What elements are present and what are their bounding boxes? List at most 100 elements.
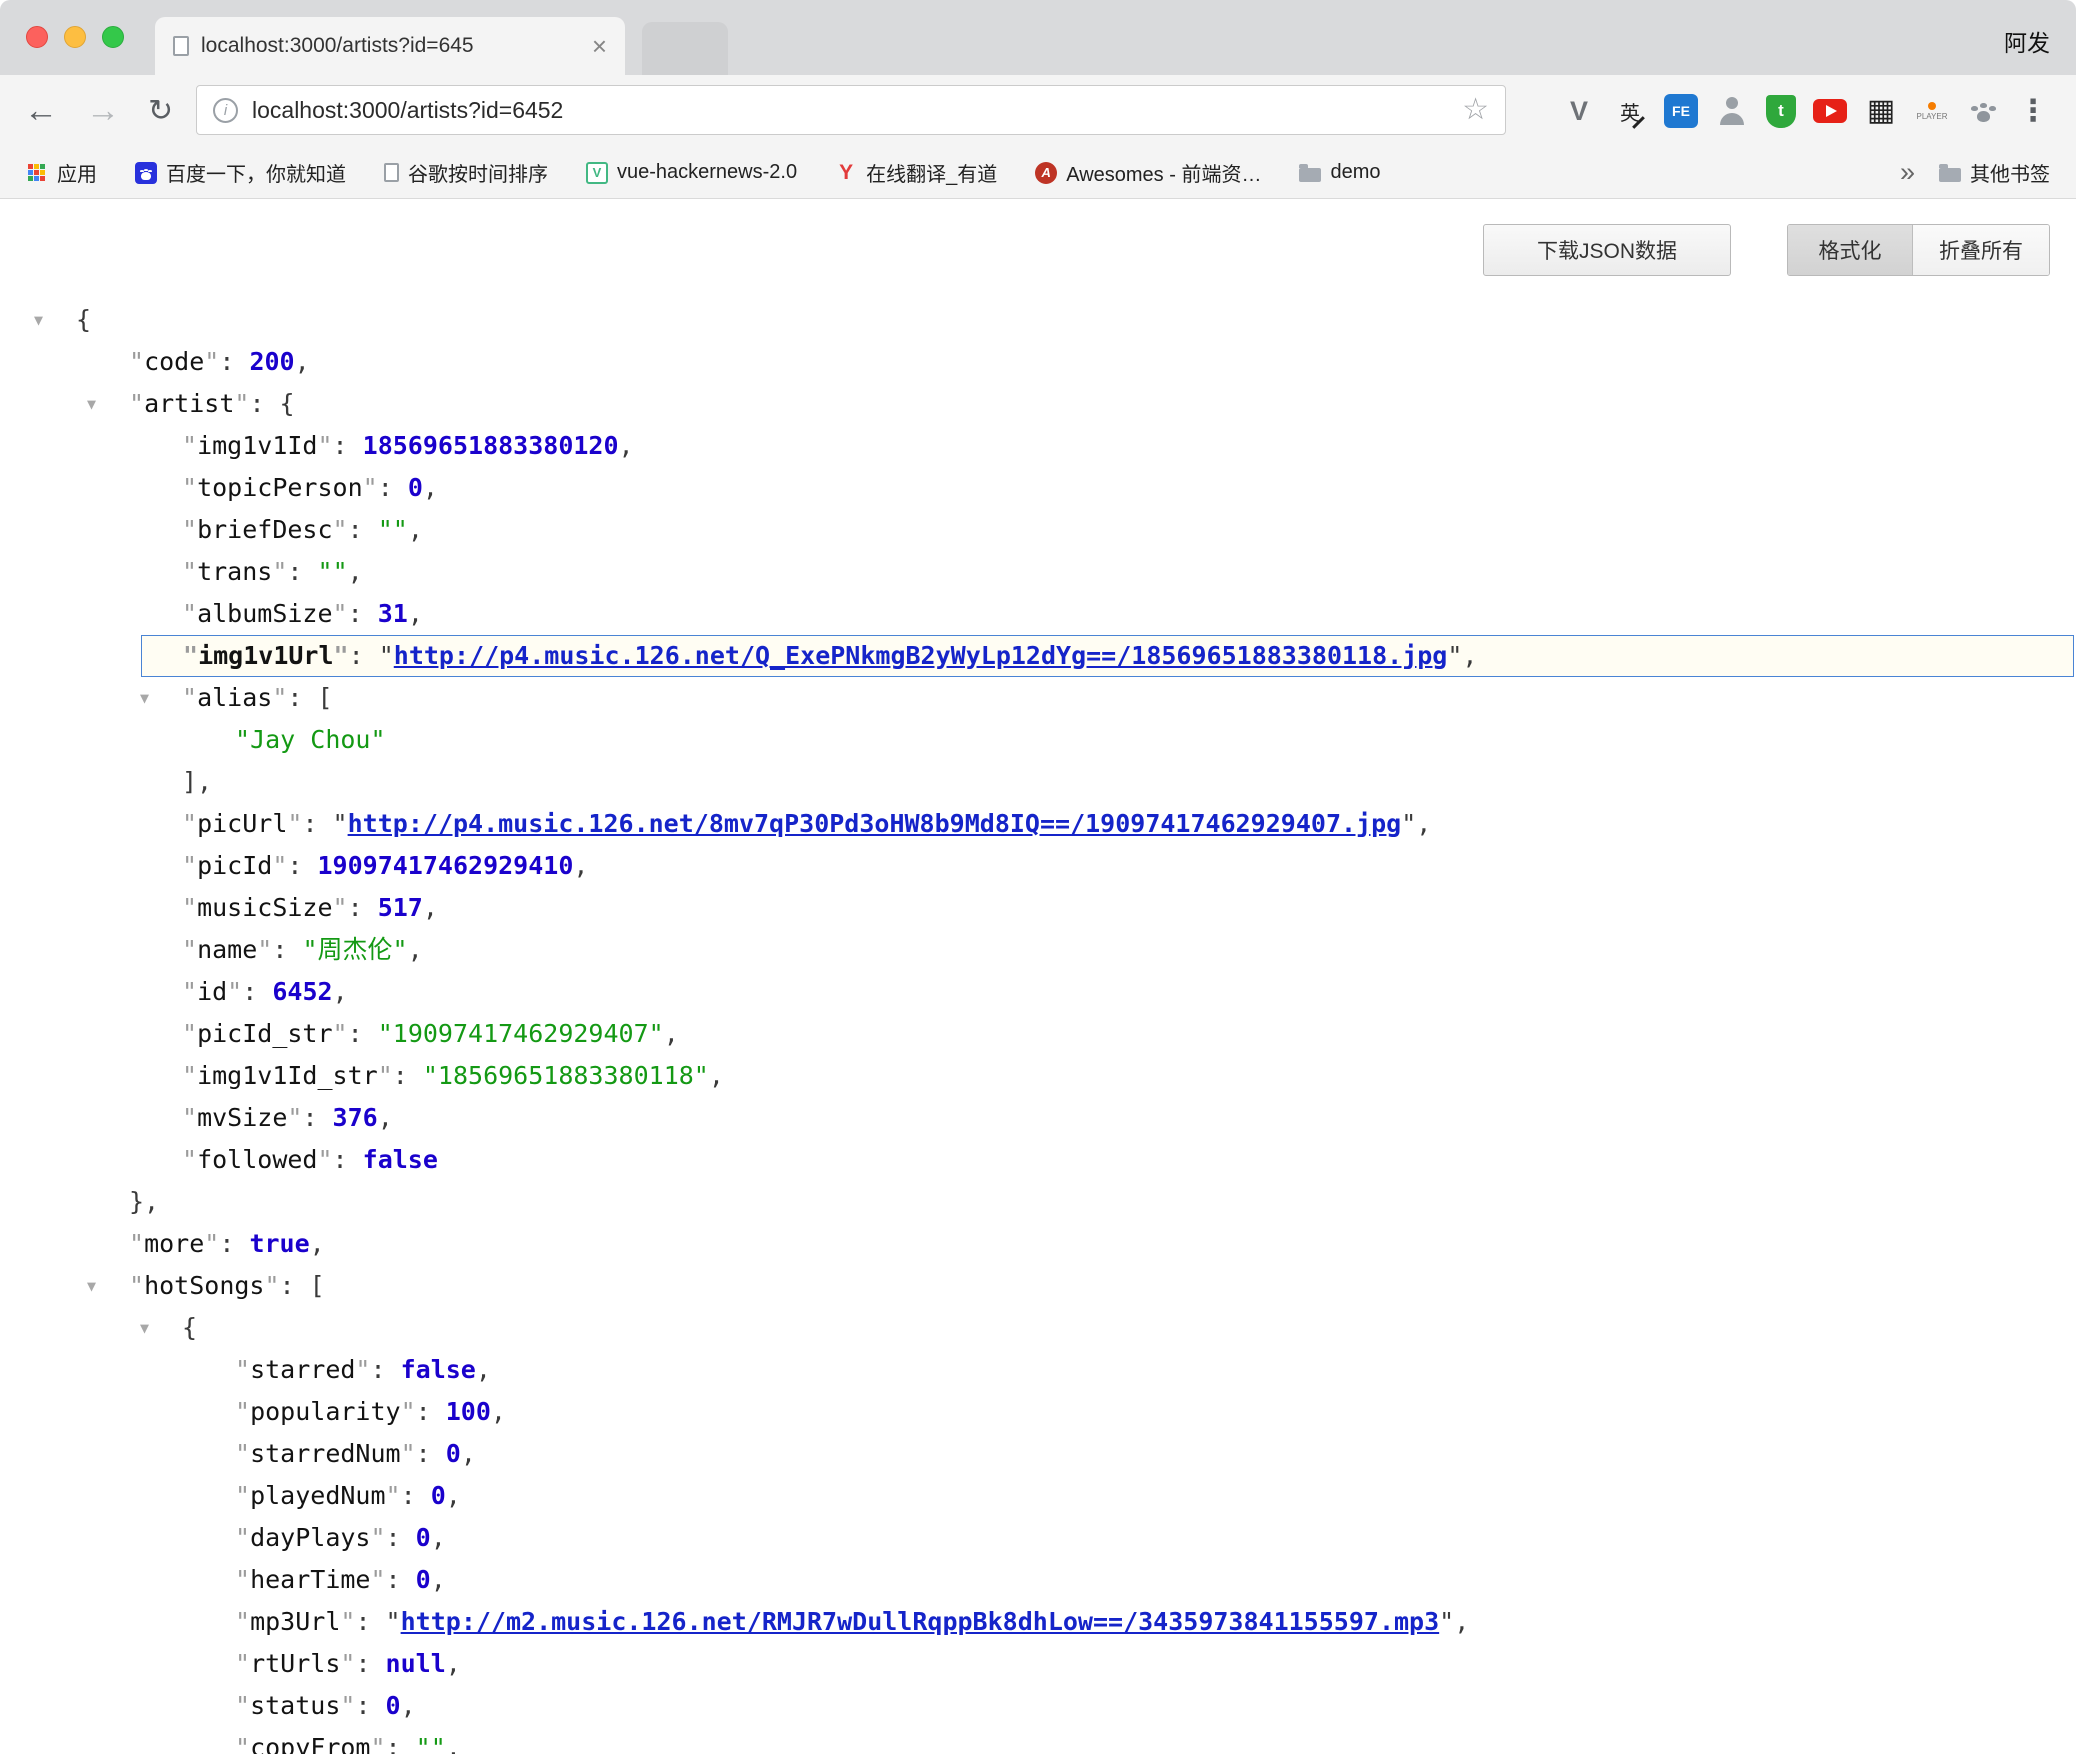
json-url-link[interactable]: http://p4.music.126.net/8mv7qP30Pd3oHW8b…	[348, 809, 1402, 838]
bookmark-item[interactable]: demo	[1299, 161, 1380, 184]
json-token: ,	[408, 599, 423, 628]
download-json-button[interactable]: 下载JSON数据	[1483, 224, 1731, 276]
json-line: name: 周杰伦,	[0, 929, 2076, 971]
json-token: :	[348, 893, 378, 922]
json-token: ,	[295, 347, 310, 376]
youtube-icon[interactable]	[1813, 99, 1847, 123]
json-line: ▼{	[0, 299, 2076, 341]
json-token: musicSize	[182, 893, 348, 922]
json-token: :	[378, 473, 408, 502]
bookmarks-overflow-icon[interactable]: »	[1900, 157, 1915, 188]
collapse-all-button[interactable]: 折叠所有	[1912, 225, 2049, 275]
json-token: 100	[446, 1397, 491, 1426]
json-token: 0	[386, 1691, 401, 1720]
bookmark-item[interactable]: Y在线翻译_有道	[835, 158, 997, 187]
format-button[interactable]: 格式化	[1788, 225, 1912, 275]
collapse-caret-icon[interactable]: ▼	[87, 1265, 96, 1307]
bookmark-label: 在线翻译_有道	[866, 158, 997, 187]
json-token: null	[386, 1649, 446, 1678]
json-line: picId_str: 19097417462929407,	[0, 1013, 2076, 1055]
window-minimize-button[interactable]	[64, 26, 86, 48]
bookmark-label: 其他书签	[1970, 158, 2050, 187]
reload-button[interactable]: ↻	[148, 94, 173, 129]
collapse-caret-icon[interactable]: ▼	[140, 677, 149, 719]
json-token: ,	[401, 1691, 416, 1720]
json-token: ,	[431, 1565, 446, 1594]
json-line: followed: false	[0, 1139, 2076, 1181]
json-url-link[interactable]: http://p4.music.126.net/Q_ExePNkmgB2yWyL…	[394, 641, 1448, 670]
bookmark-label: Awesomes - 前端资…	[1066, 158, 1261, 187]
back-button[interactable]: ←	[24, 92, 58, 131]
bookmark-item[interactable]: 应用	[26, 158, 97, 187]
bookmark-label: vue-hackernews-2.0	[617, 161, 797, 184]
qrcode-icon[interactable]: ▦	[1864, 94, 1898, 128]
other-bookmarks-folder[interactable]: 其他书签	[1939, 158, 2050, 187]
collapse-caret-icon[interactable]: ▼	[140, 1307, 149, 1349]
json-token: [	[318, 683, 333, 712]
paw-icon[interactable]	[1966, 94, 2000, 128]
window-close-button[interactable]	[26, 26, 48, 48]
browser-tab[interactable]: localhost:3000/artists?id=645 ×	[155, 17, 625, 75]
url-text[interactable]: localhost:3000/artists?id=6452	[252, 97, 1448, 124]
json-token: {	[182, 1313, 197, 1342]
json-token: ,	[619, 431, 634, 460]
json-token: :	[272, 935, 302, 964]
forward-button[interactable]: →	[86, 92, 120, 131]
fehelper-icon[interactable]: FE	[1664, 94, 1698, 128]
json-token: :	[287, 851, 317, 880]
json-token: hearTime	[235, 1565, 386, 1594]
json-line: mp3Url: http://m2.music.126.net/RMJR7wDu…	[0, 1601, 2076, 1643]
json-token: code	[129, 347, 219, 376]
collapse-caret-icon[interactable]: ▼	[87, 383, 96, 425]
json-string-value: http://p4.music.126.net/Q_ExePNkmgB2yWyL…	[379, 641, 1463, 670]
bookmark-item[interactable]: 谷歌按时间排序	[384, 158, 548, 187]
json-line: id: 6452,	[0, 971, 2076, 1013]
json-viewer: ▼{code: 200,▼artist: {img1v1Id: 18569651…	[0, 299, 2076, 1754]
json-token: 0	[446, 1439, 461, 1468]
json-token: 0	[416, 1523, 431, 1552]
json-token: :	[333, 431, 363, 460]
json-line: hearTime: 0,	[0, 1559, 2076, 1601]
extensions-area: V英 FE t ▦ PLAYER	[1562, 75, 2000, 147]
json-token: ,	[1462, 641, 1477, 670]
json-token: 200	[249, 347, 294, 376]
json-token: artist	[129, 389, 249, 418]
browser-menu-icon[interactable]: ⋮	[2018, 94, 2048, 129]
json-token: :	[416, 1397, 446, 1426]
bookmark-item[interactable]: AAwesomes - 前端资…	[1035, 158, 1261, 187]
browser-window: localhost:3000/artists?id=645 × 阿发 ← → ↻…	[0, 0, 2076, 1754]
json-token: ,	[461, 1439, 476, 1468]
tab-title: localhost:3000/artists?id=645	[201, 34, 580, 58]
apps-grid-icon	[26, 162, 48, 184]
json-line: starred: false,	[0, 1349, 2076, 1391]
bookmark-star-icon[interactable]: ☆	[1462, 95, 1489, 125]
json-token: :	[355, 1649, 385, 1678]
profile-name[interactable]: 阿发	[2004, 24, 2050, 58]
vimium-icon[interactable]: V	[1562, 94, 1596, 128]
json-line: ▼{	[0, 1307, 2076, 1349]
user-icon[interactable]	[1715, 94, 1749, 128]
translate-icon[interactable]: 英	[1613, 94, 1647, 128]
json-token: {	[280, 389, 295, 418]
json-token: 18569651883380118	[423, 1061, 709, 1090]
collapse-caret-icon[interactable]: ▼	[34, 299, 43, 341]
json-line: ▼ artist: {	[0, 383, 2076, 425]
json-token: popularity	[235, 1397, 416, 1426]
json-url-link[interactable]: http://m2.music.126.net/RMJR7wDullRqppBk…	[401, 1607, 1440, 1636]
json-token: 19097417462929410	[318, 851, 574, 880]
bookmarks-bar: 应用 百度一下，你就知道 谷歌按时间排序 Vvue-hackernews-2.0 Y在线…	[0, 147, 2076, 199]
tampermonkey-icon[interactable]: t	[1766, 95, 1796, 128]
vue-icon: V	[586, 162, 608, 184]
bookmark-item[interactable]: 百度一下，你就知道	[135, 158, 346, 187]
player-icon[interactable]: PLAYER	[1915, 94, 1949, 128]
address-bar[interactable]: i localhost:3000/artists?id=6452 ☆	[196, 85, 1506, 135]
bookmark-item[interactable]: Vvue-hackernews-2.0	[586, 161, 797, 184]
page-icon	[384, 163, 399, 182]
json-string-value: http://p4.music.126.net/8mv7qP30Pd3oHW8b…	[333, 809, 1417, 838]
bookmark-label: 应用	[57, 158, 97, 187]
json-token: :	[249, 389, 279, 418]
new-tab-button[interactable]	[642, 22, 728, 75]
page-info-icon[interactable]: i	[213, 98, 238, 123]
window-zoom-button[interactable]	[102, 26, 124, 48]
tab-close-icon[interactable]: ×	[592, 33, 607, 59]
